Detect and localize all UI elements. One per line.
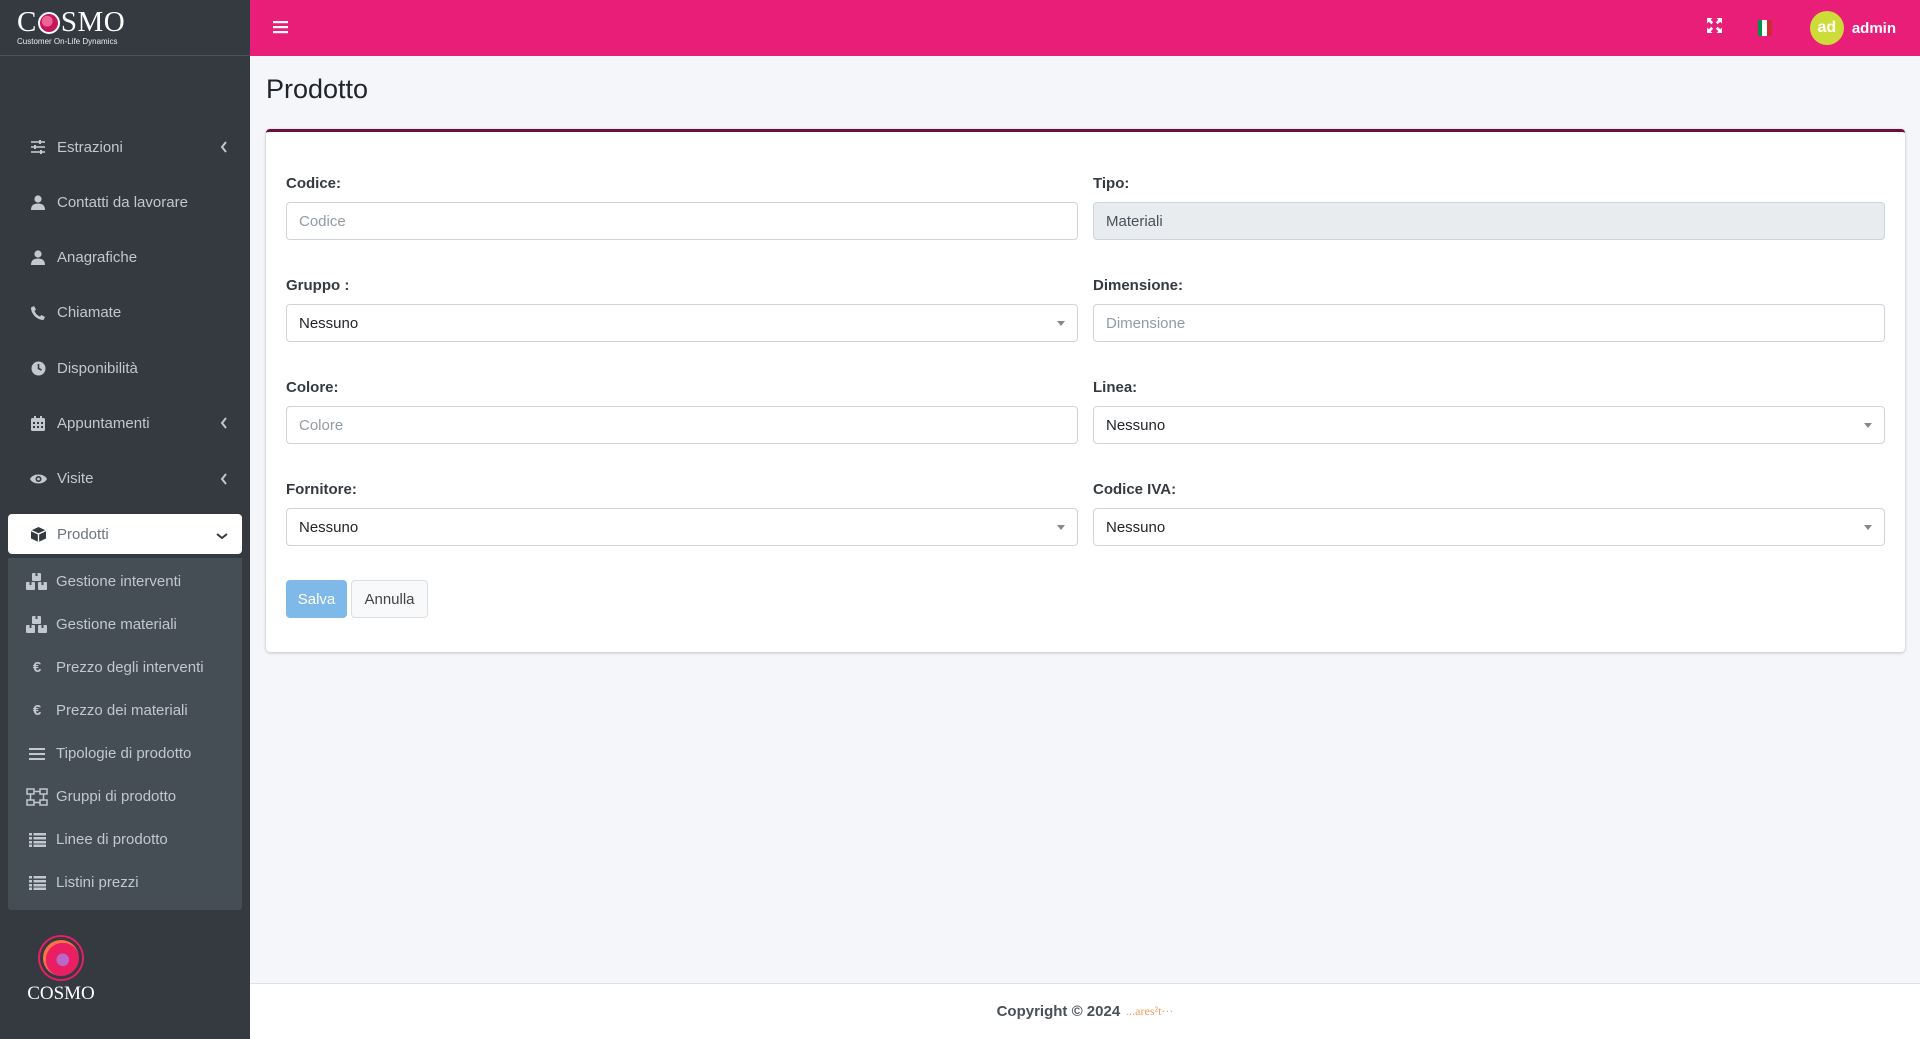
- sidebar-item-contatti[interactable]: Contatti da lavorare: [8, 182, 242, 222]
- menu-toggle-icon[interactable]: [273, 20, 289, 39]
- chevron-left-icon: [220, 140, 228, 157]
- field-gruppo: Gruppo : Nessuno: [286, 277, 1078, 342]
- phone-icon: [28, 304, 48, 322]
- avatar: ad: [1809, 11, 1844, 45]
- sidebar-item-prodotti[interactable]: Prodotti: [8, 514, 242, 555]
- colore-input[interactable]: [286, 406, 1078, 444]
- field-dimensione: Dimensione:: [1093, 277, 1885, 342]
- caret-down-icon: [1057, 525, 1065, 530]
- submenu-item-linee[interactable]: Linee di prodotto: [8, 818, 242, 861]
- sidebar-item-anagrafiche[interactable]: Anagrafiche: [8, 238, 242, 278]
- codice-iva-select[interactable]: Nessuno: [1093, 508, 1885, 546]
- dimensione-input[interactable]: [1093, 304, 1885, 342]
- field-tipo: Tipo: Materiali: [1093, 175, 1885, 240]
- cosmo-logo-icon: [40, 937, 82, 979]
- brand-subtitle: Customer On-Life Dynamics: [17, 37, 118, 46]
- list-icon: [25, 874, 49, 892]
- sliders-icon: [28, 138, 48, 156]
- submenu-item-prezzo-interventi[interactable]: € Prezzo degli interventi: [8, 646, 242, 689]
- boxes-icon: [25, 572, 49, 591]
- euro-icon: €: [32, 702, 42, 720]
- sidebar: C SMO Customer On-Life Dynamics Estrazion…: [0, 0, 250, 1039]
- gruppo-select[interactable]: Nessuno: [286, 304, 1078, 342]
- submenu-item-gestione-materiali[interactable]: Gestione materiali: [8, 603, 242, 646]
- linea-select[interactable]: Nessuno: [1093, 406, 1885, 444]
- field-colore: Colore:: [286, 379, 1078, 444]
- sitemap-icon: [25, 787, 49, 806]
- user-icon: [28, 249, 48, 267]
- caret-down-icon: [1864, 423, 1872, 428]
- fornitore-select[interactable]: Nessuno: [286, 508, 1078, 546]
- brand-title: C SMO: [17, 6, 126, 38]
- chevron-left-icon: [220, 416, 228, 433]
- codice-input[interactable]: [286, 202, 1078, 240]
- submenu-item-gestione-interventi[interactable]: Gestione interventi: [8, 560, 242, 603]
- field-linea: Linea: Nessuno: [1093, 379, 1885, 444]
- product-form-card: Codice: Tipo: Materiali Gruppo : Nessuno…: [266, 129, 1905, 652]
- euro-icon: €: [32, 659, 42, 677]
- page-title: Prodotto: [266, 74, 369, 104]
- navbar-right: ad admin: [1706, 0, 1920, 56]
- field-codice-iva: Codice IVA: Nessuno: [1093, 481, 1885, 546]
- chevron-left-icon: [220, 472, 228, 489]
- italian-flag-icon[interactable]: [1757, 20, 1772, 36]
- user-menu[interactable]: ad admin: [1809, 11, 1896, 45]
- submenu-item-tipologie[interactable]: Tipologie di prodotto: [8, 732, 242, 775]
- list-icon: [25, 831, 49, 849]
- submenu-item-gruppi[interactable]: Gruppi di prodotto: [8, 775, 242, 818]
- cancel-button[interactable]: Annulla: [351, 580, 428, 618]
- sidebar-item-disponibilita[interactable]: Disponibilità: [8, 348, 242, 388]
- eye-icon: [28, 470, 48, 488]
- caret-down-icon: [1057, 321, 1065, 326]
- sidebar-nav: Estrazioni Contatti da lavorare Anagrafi…: [8, 127, 242, 911]
- submenu-item-prezzo-materiali[interactable]: € Prezzo dei materiali: [8, 689, 242, 732]
- clock-icon: [28, 359, 48, 377]
- top-navbar: ad admin: [250, 0, 1920, 56]
- boxes-icon: [25, 615, 49, 634]
- tipo-readonly-field: Materiali: [1093, 202, 1885, 240]
- fullscreen-icon[interactable]: [1706, 18, 1722, 38]
- field-codice: Codice:: [286, 175, 1078, 240]
- page-footer: Copyright © 2024 ...ares²t···: [250, 983, 1920, 1039]
- bars-icon: [25, 745, 49, 763]
- submenu-prodotti: Gestione interventi Gestione materiali €…: [8, 558, 242, 911]
- ares-logo[interactable]: ...ares²t···: [1126, 1004, 1173, 1019]
- save-button[interactable]: Salva: [286, 580, 347, 618]
- user-icon: [28, 193, 48, 211]
- field-fornitore: Fornitore: Nessuno: [286, 481, 1078, 546]
- sidebar-footer-logo: COSMO: [26, 937, 96, 1005]
- brand-o-icon: [37, 12, 60, 34]
- submenu-item-listini[interactable]: Listini prezzi: [8, 861, 242, 904]
- chevron-down-icon: [216, 527, 228, 544]
- box-icon: [28, 525, 48, 543]
- calendar-icon: [28, 414, 48, 432]
- brand-logo[interactable]: C SMO Customer On-Life Dynamics: [0, 0, 250, 56]
- sidebar-item-chiamate[interactable]: Chiamate: [8, 293, 242, 333]
- copyright-text: Copyright © 2024: [996, 1003, 1121, 1020]
- caret-down-icon: [1864, 525, 1872, 530]
- sidebar-item-visite[interactable]: Visite: [8, 459, 242, 499]
- sidebar-item-appuntamenti[interactable]: Appuntamenti: [8, 403, 242, 443]
- sidebar-item-estrazioni[interactable]: Estrazioni: [8, 127, 242, 167]
- username: admin: [1851, 19, 1896, 37]
